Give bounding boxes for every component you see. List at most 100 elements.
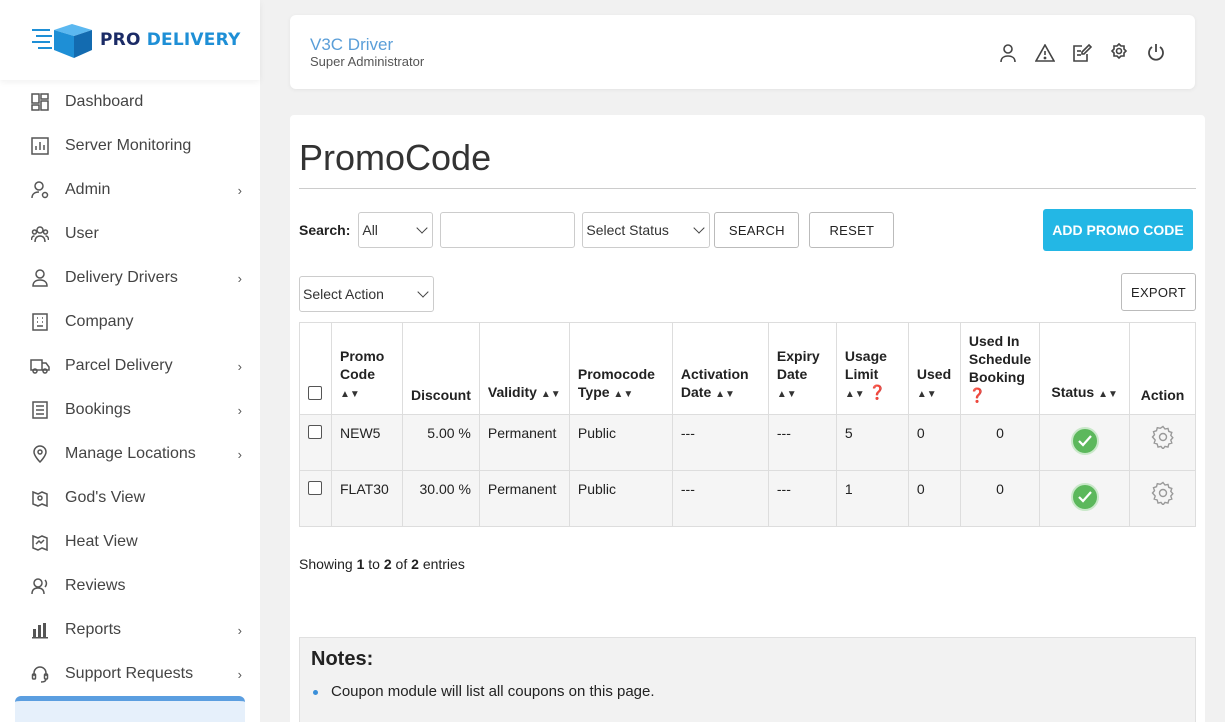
chevron-right-icon: › — [237, 667, 242, 682]
column-status[interactable]: Status ▲▼ — [1039, 322, 1131, 415]
cell-expiry-date: --- — [767, 414, 837, 471]
chevron-right-icon: › — [237, 359, 242, 374]
sort-icon: ▲▼ — [715, 389, 735, 400]
cell-action — [1129, 414, 1196, 471]
building-icon — [30, 312, 50, 332]
sidebar: PRO DELIVERY Dashboard Server Monitoring… — [0, 0, 260, 722]
alert-icon[interactable] — [1034, 42, 1056, 64]
reset-button[interactable]: RESET — [809, 212, 895, 248]
select-all-checkbox[interactable] — [308, 386, 322, 400]
row-checkbox[interactable] — [308, 425, 322, 439]
table-row: NEW5 5.00 % Permanent Public --- --- 5 0… — [299, 414, 1196, 471]
bulk-action-select[interactable]: Select Action — [299, 276, 434, 312]
list-item: Coupon module will list all coupons on t… — [311, 683, 1184, 700]
active-status-icon[interactable] — [1070, 483, 1099, 511]
user-name: V3C Driver — [310, 35, 394, 54]
add-promo-code-button[interactable]: ADD PROMO CODE — [1043, 209, 1193, 251]
search-label: Search: — [299, 222, 351, 238]
search-bar: Search: All Select Status SEARCH RESET — [299, 212, 895, 248]
search-button[interactable]: SEARCH — [714, 212, 800, 248]
column-promo-code[interactable]: Promo Code ▲▼ — [331, 322, 403, 415]
column-validity[interactable]: Validity ▲▼ — [478, 322, 570, 415]
cell-discount: 30.00 % — [402, 470, 480, 527]
sidebar-item-parcel-delivery[interactable]: Parcel Delivery › — [0, 344, 260, 388]
sidebar-item-heat-view[interactable]: Heat View — [0, 520, 260, 564]
sidebar-item-reviews[interactable]: Reviews — [0, 564, 260, 608]
cell-validity: Permanent — [478, 414, 570, 471]
edit-note-icon[interactable] — [1071, 42, 1093, 64]
column-used[interactable]: Used ▲▼ — [907, 322, 961, 415]
chevron-down-icon — [417, 286, 429, 298]
column-usage-limit[interactable]: Usage Limit ▲▼ ❓ — [835, 322, 909, 415]
map-view-icon — [30, 488, 50, 508]
sidebar-item-server-monitoring[interactable]: Server Monitoring — [0, 124, 260, 168]
search-field-select[interactable]: All — [358, 212, 434, 248]
top-header: V3C Driver Super Administrator — [290, 15, 1195, 89]
cell-expiry-date: --- — [767, 470, 837, 527]
chevron-right-icon: › — [237, 403, 242, 418]
sort-icon: ▲▼ — [613, 389, 634, 400]
column-activation-date[interactable]: Activation Date ▲▼ — [671, 322, 769, 415]
export-button[interactable]: EXPORT — [1121, 273, 1196, 311]
power-icon[interactable] — [1145, 42, 1167, 64]
sidebar-active-item-partial[interactable] — [15, 696, 245, 722]
main-content: PromoCode Search: All Select Status SEAR… — [290, 115, 1205, 722]
sort-icon: ▲▼ — [776, 389, 797, 400]
cell-action — [1129, 470, 1196, 527]
column-promocode-type[interactable]: Promocode Type ▲▼ — [568, 322, 673, 415]
gear-icon[interactable] — [1151, 425, 1175, 452]
select-all-header — [299, 322, 332, 415]
reviews-icon — [30, 576, 50, 596]
chevron-right-icon: › — [237, 183, 242, 198]
page-title: PromoCode — [299, 137, 492, 178]
sort-icon: ▲▼ — [844, 389, 865, 400]
sidebar-item-manage-locations[interactable]: Manage Locations › — [0, 432, 260, 476]
brand-logo[interactable]: PRO DELIVERY — [0, 0, 260, 80]
sidebar-menu: Dashboard Server Monitoring Admin › User… — [0, 80, 260, 696]
sidebar-item-user[interactable]: User — [0, 212, 260, 256]
help-icon[interactable]: ❓ — [969, 387, 986, 403]
sidebar-item-bookings[interactable]: Bookings › — [0, 388, 260, 432]
active-status-icon[interactable] — [1070, 427, 1099, 455]
column-action: Action — [1129, 322, 1196, 415]
promo-code-table: Promo Code ▲▼ Discount Validity ▲▼ Promo… — [299, 322, 1196, 527]
cell-used: 0 — [907, 470, 961, 527]
sidebar-item-delivery-drivers[interactable]: Delivery Drivers › — [0, 256, 260, 300]
row-checkbox[interactable] — [308, 481, 322, 495]
sidebar-item-reports[interactable]: Reports › — [0, 608, 260, 652]
column-expiry-date[interactable]: Expiry Date ▲▼ — [767, 322, 837, 415]
sidebar-item-company[interactable]: Company — [0, 300, 260, 344]
cell-promo-code: FLAT30 — [331, 470, 403, 527]
profile-icon[interactable] — [997, 42, 1019, 64]
gear-icon[interactable] — [1151, 481, 1175, 508]
table-row: FLAT30 30.00 % Permanent Public --- --- … — [299, 470, 1196, 527]
notes-list: Coupon module will list all coupons on t… — [311, 683, 1184, 700]
sidebar-item-gods-view[interactable]: God's View — [0, 476, 260, 520]
admin-icon — [30, 180, 50, 200]
header-icons — [997, 42, 1167, 64]
status-select[interactable]: Select Status — [582, 212, 711, 248]
title-divider — [299, 188, 1196, 189]
monitor-icon — [30, 136, 50, 156]
sidebar-item-support-requests[interactable]: Support Requests › — [0, 652, 260, 696]
users-icon — [30, 224, 50, 244]
notes-title: Notes: — [311, 648, 374, 670]
cell-discount: 5.00 % — [402, 414, 480, 471]
cell-status — [1039, 414, 1131, 471]
chevron-right-icon: › — [237, 447, 242, 462]
sidebar-item-admin[interactable]: Admin › — [0, 168, 260, 212]
settings-icon[interactable] — [1108, 42, 1130, 64]
heat-map-icon — [30, 532, 50, 552]
driver-icon — [30, 268, 50, 288]
sort-icon: ▲▼ — [1098, 389, 1118, 400]
help-icon[interactable]: ❓ — [869, 384, 886, 400]
sidebar-item-dashboard[interactable]: Dashboard — [0, 80, 260, 124]
search-input[interactable] — [440, 212, 576, 248]
location-pin-icon — [30, 444, 50, 464]
delivery-box-icon — [30, 22, 94, 58]
truck-icon — [30, 356, 50, 376]
cell-validity: Permanent — [478, 470, 570, 527]
bar-chart-icon — [30, 620, 50, 640]
cell-used-in-schedule: 0 — [959, 414, 1041, 471]
column-discount: Discount — [402, 322, 480, 415]
